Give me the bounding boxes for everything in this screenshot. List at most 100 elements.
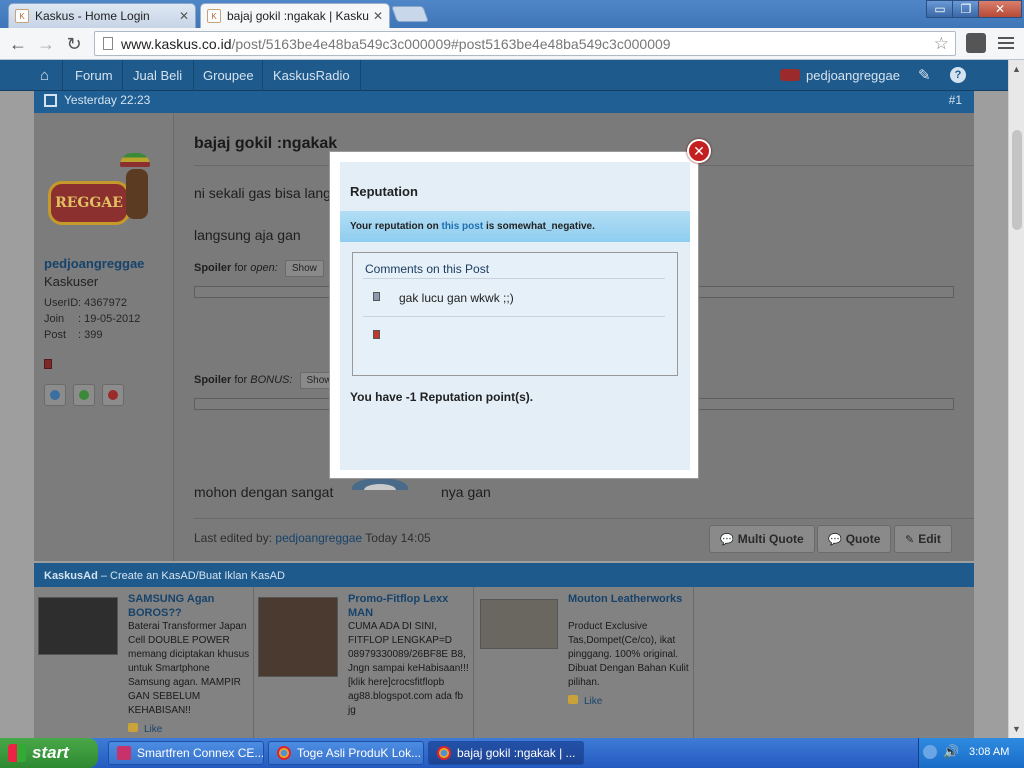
clock[interactable]: 3:08 AM [969, 746, 1009, 758]
home-icon[interactable]: ⌂ [40, 67, 49, 84]
scroll-down-arrow-icon[interactable]: ▼ [1012, 724, 1021, 734]
scrollbar-thumb[interactable] [1012, 130, 1022, 230]
new-tab-button[interactable] [391, 6, 429, 22]
maximize-button[interactable]: ❐ [952, 0, 980, 18]
poster-sidebar: REGGAE pedjoangreggae Kaskuser UserID: 4… [34, 113, 174, 561]
reload-icon[interactable]: ↻ [62, 32, 86, 56]
tab-bajaj-post[interactable]: K bajaj gokil :ngakak | Kaskus - ✕ [200, 3, 390, 28]
edited-by-user[interactable]: pedjoangreggae [275, 531, 362, 545]
page-scrollbar[interactable]: ▲ ▼ [1008, 60, 1024, 738]
post-closing-left: mohon dengan sangat [194, 484, 334, 500]
avatar-reggae-logo: REGGAE [48, 181, 130, 225]
ad-title[interactable]: Promo-Fitflop Lexx MAN [348, 592, 470, 620]
pencil-icon[interactable]: ✎ [918, 66, 931, 84]
browser-titlebar: K Kaskus - Home Login ✕ K bajaj gokil :n… [0, 0, 1024, 28]
comment-text: gak lucu gan wkwk ;;) [399, 291, 514, 305]
post-number[interactable]: #1 [949, 93, 962, 107]
reputation-banner: Your reputation on this post is somewhat… [340, 211, 690, 242]
nav-groupee[interactable]: Groupee [203, 68, 254, 83]
start-button[interactable]: start [0, 738, 98, 768]
chat-bubbles-icon: 💬 [720, 533, 734, 546]
taskbar-item-bajaj[interactable]: bajaj gokil :ngakak | ... [428, 741, 584, 765]
modal-close-icon[interactable]: ✕ [687, 139, 711, 163]
ad-title[interactable]: SAMSUNG Agan BOROS?? [128, 592, 250, 620]
kaskusad-row: SAMSUNG Agan BOROS?? Baterai Transformer… [34, 587, 974, 738]
tab-close-icon[interactable]: ✕ [373, 9, 383, 23]
tab-kaskus-home[interactable]: K Kaskus - Home Login ✕ [8, 3, 196, 28]
user-avatar-small[interactable] [780, 69, 800, 81]
comments-title: Comments on this Post [365, 262, 490, 276]
ad-like-button[interactable]: Like [128, 723, 162, 735]
reputation-points: You have -1 Reputation point(s). [350, 390, 534, 404]
ad-title[interactable]: Mouton Leatherworks [568, 592, 690, 606]
post-line-2: langsung aja gan [194, 227, 301, 243]
ad-image[interactable] [258, 597, 338, 677]
nav-forum[interactable]: Forum [75, 68, 113, 83]
extension-icon[interactable] [966, 33, 986, 53]
avatar[interactable]: REGGAE [46, 153, 166, 233]
windows-taskbar: start Smartfren Connex CE... Toge Asli P… [0, 738, 1024, 768]
comment-bullet-icon [373, 292, 380, 301]
taskbar-item-smartfren[interactable]: Smartfren Connex CE... [108, 741, 264, 765]
post-header: Yesterday 22:23 #1 [34, 91, 974, 113]
this-post-link[interactable]: this post [441, 221, 483, 232]
ad-like-button[interactable]: Like [568, 695, 602, 707]
chat-bubble-icon: 💬 [828, 533, 842, 546]
kaskus-favicon-icon: K [15, 9, 29, 23]
multi-quote-button[interactable]: 💬 Multi Quote [709, 525, 815, 553]
thumbs-up-icon [128, 723, 138, 732]
taskbar-item-toge[interactable]: Toge Asli ProduK Lok... [268, 741, 424, 765]
nav-username[interactable]: pedjoangreggae [806, 68, 900, 83]
chrome-menu-icon[interactable] [998, 34, 1014, 50]
url-path: /post/5163be4e48ba549c3c000009#post5163b… [231, 35, 671, 52]
profile-icon[interactable] [44, 384, 66, 406]
poster-field-join: Join: 19-05-2012 [44, 313, 141, 325]
windows-logo-icon [8, 744, 26, 762]
comments-box: Comments on this Post gak lucu gan wkwk … [352, 252, 678, 376]
url-host: www.kaskus.co.id [121, 35, 232, 52]
site-navbar: ⌂ Forum Jual Beli Groupee KaskusRadio pe… [0, 60, 1008, 91]
ad-image[interactable] [38, 597, 118, 655]
spoiler-show-button[interactable]: Show [284, 260, 324, 277]
ad-description: Product Exclusive Tas,Dompet(Ce/co), ika… [568, 621, 689, 688]
chrome-icon [437, 746, 451, 760]
address-bar[interactable]: www.kaskus.co.id/post/5163be4e48ba549c3c… [94, 31, 956, 56]
ad-description: Baterai Transformer Japan Cell DOUBLE PO… [128, 621, 250, 716]
thumbs-up-icon [568, 695, 578, 704]
kaskus-favicon-icon: K [207, 9, 221, 23]
back-arrow-icon[interactable]: ← [6, 32, 30, 56]
speaker-icon[interactable]: 🔊 [943, 744, 959, 760]
post-title: bajaj gokil :ngakak [194, 135, 338, 152]
nav-kaskusradio[interactable]: KaskusRadio [273, 68, 350, 83]
edit-button[interactable]: ✎ Edit [894, 525, 952, 553]
close-window-button[interactable]: ✕ [978, 0, 1022, 18]
reputation-bar-icon[interactable] [44, 359, 52, 369]
nav-jual-beli[interactable]: Jual Beli [133, 68, 182, 83]
reputation-modal-body: Reputation Your reputation on this post … [340, 162, 690, 470]
quote-button[interactable]: 💬 Quote [817, 525, 892, 553]
help-icon[interactable]: ? [950, 67, 966, 83]
app-icon [117, 746, 131, 760]
poster-field-userid: UserID: 4367972 [44, 297, 127, 309]
post-time: Yesterday 22:23 [64, 93, 151, 107]
ad-description: CUMA ADA DI SINI, FITFLOP LENGKAP=D 0897… [348, 621, 469, 716]
checkbox-icon[interactable] [44, 94, 57, 107]
scroll-up-arrow-icon[interactable]: ▲ [1012, 64, 1021, 74]
ad-item[interactable]: SAMSUNG Agan BOROS?? Baterai Transformer… [34, 587, 254, 738]
poster-username[interactable]: pedjoangreggae [44, 256, 144, 271]
tab-close-icon[interactable]: ✕ [179, 9, 189, 23]
browser-toolbar: ← → ↻ www.kaskus.co.id/post/5163be4e48ba… [0, 28, 1024, 60]
modal-title: Reputation [350, 184, 418, 199]
comment-bullet-icon [373, 330, 380, 339]
report-icon[interactable] [102, 384, 124, 406]
ad-item[interactable]: Promo-Fitflop Lexx MAN CUMA ADA DI SINI,… [254, 587, 474, 738]
minimize-button[interactable]: ▭ [926, 0, 954, 18]
forward-arrow-icon[interactable]: → [34, 32, 58, 56]
add-friend-icon[interactable] [73, 384, 95, 406]
ad-image[interactable] [480, 599, 558, 649]
ad-item[interactable]: Mouton Leatherworks Product Exclusive Ta… [474, 587, 694, 738]
poster-field-post: Post: 399 [44, 329, 103, 341]
create-kasad-link[interactable]: – Create an KasAD/Buat Iklan KasAD [101, 570, 285, 582]
bookmark-star-icon[interactable]: ☆ [934, 34, 949, 54]
tray-chevron-icon[interactable] [923, 745, 937, 759]
